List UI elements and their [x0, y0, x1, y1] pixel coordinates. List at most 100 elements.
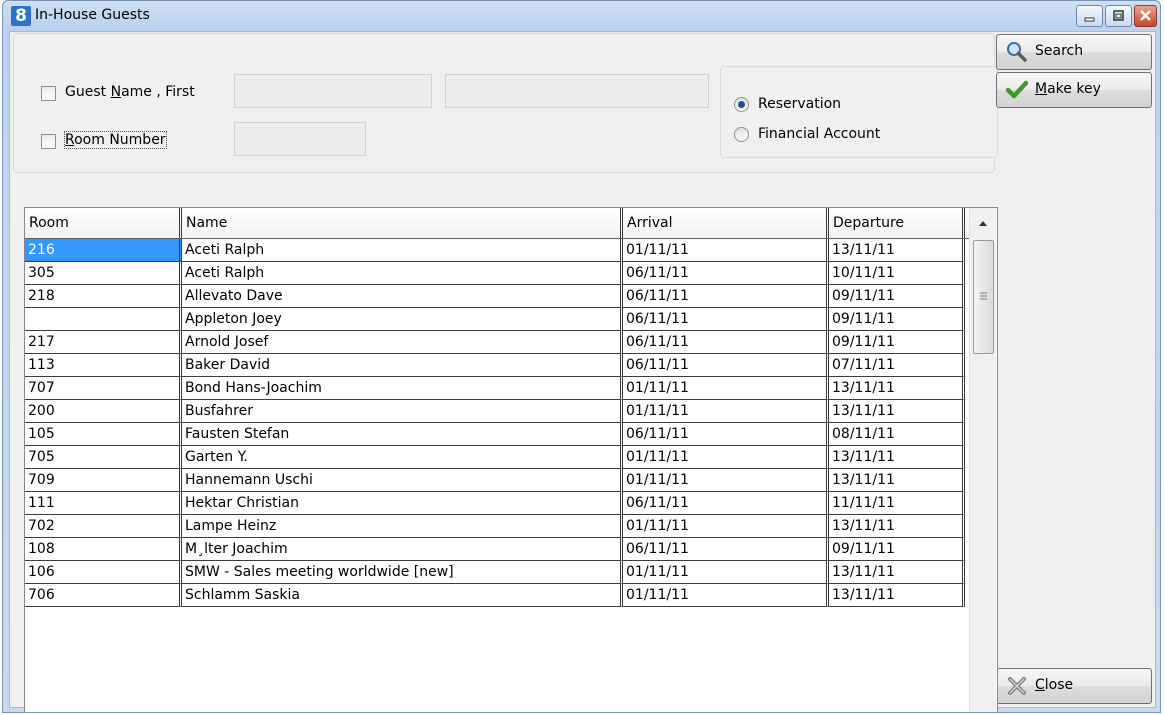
cell-room[interactable]: 706: [25, 584, 182, 607]
table-row[interactable]: 702 Lampe Heinz 01/11/11 13/11/11: [25, 515, 969, 538]
cell-room[interactable]: 709: [25, 469, 182, 492]
cell-room[interactable]: 702: [25, 515, 182, 538]
cell-name[interactable]: Fausten Stefan: [182, 423, 623, 446]
cell-arrival[interactable]: 01/11/11: [623, 377, 829, 400]
cell-room[interactable]: 707: [25, 377, 182, 400]
table-row[interactable]: 707 Bond Hans-Joachim 01/11/11 13/11/11: [25, 377, 969, 400]
cell-departure[interactable]: 13/11/11: [829, 239, 965, 262]
guest-first-name-input[interactable]: [445, 74, 709, 108]
cell-name[interactable]: Bond Hans-Joachim: [182, 377, 623, 400]
cell-arrival[interactable]: 06/11/11: [623, 423, 829, 446]
cell-room[interactable]: 217: [25, 331, 182, 354]
maximize-button[interactable]: [1105, 5, 1132, 27]
cell-departure[interactable]: 08/11/11: [829, 423, 965, 446]
cell-name[interactable]: Lampe Heinz: [182, 515, 623, 538]
table-row[interactable]: 218 Allevato Dave 06/11/11 09/11/11: [25, 285, 969, 308]
cell-name[interactable]: M¸lter Joachim: [182, 538, 623, 561]
cell-room[interactable]: 305: [25, 262, 182, 285]
table-row[interactable]: 305 Aceti Ralph 06/11/11 10/11/11: [25, 262, 969, 285]
cell-arrival[interactable]: 01/11/11: [623, 584, 829, 607]
cell-departure[interactable]: 09/11/11: [829, 308, 965, 331]
search-button[interactable]: Search: [996, 34, 1152, 70]
table-row[interactable]: 706 Schlamm Saskia 01/11/11 13/11/11: [25, 584, 969, 607]
cell-departure[interactable]: 09/11/11: [829, 331, 965, 354]
cell-name[interactable]: SMW - Sales meeting worldwide [new]: [182, 561, 623, 584]
column-header-departure[interactable]: Departure: [829, 208, 965, 238]
cell-name[interactable]: Appleton Joey: [182, 308, 623, 331]
cell-room[interactable]: 218: [25, 285, 182, 308]
cell-departure[interactable]: 11/11/11: [829, 492, 965, 515]
column-header-arrival[interactable]: Arrival: [623, 208, 829, 238]
scroll-down-icon[interactable]: [970, 707, 996, 713]
table-row[interactable]: 108 M¸lter Joachim 06/11/11 09/11/11: [25, 538, 969, 561]
cell-departure[interactable]: 10/11/11: [829, 262, 965, 285]
table-row[interactable]: 216 Aceti Ralph 01/11/11 13/11/11: [25, 239, 969, 262]
cell-departure[interactable]: 13/11/11: [829, 400, 965, 423]
scroll-up-icon[interactable]: [970, 210, 996, 236]
cell-name[interactable]: Busfahrer: [182, 400, 623, 423]
cell-room[interactable]: 705: [25, 446, 182, 469]
cell-room[interactable]: 108: [25, 538, 182, 561]
cell-name[interactable]: Arnold Josef: [182, 331, 623, 354]
cell-arrival[interactable]: 06/11/11: [623, 538, 829, 561]
table-row[interactable]: 200 Busfahrer 01/11/11 13/11/11: [25, 400, 969, 423]
cell-room[interactable]: 105: [25, 423, 182, 446]
cell-room[interactable]: 113: [25, 354, 182, 377]
cell-arrival[interactable]: 06/11/11: [623, 492, 829, 515]
cell-name[interactable]: Aceti Ralph: [182, 262, 623, 285]
title-bar[interactable]: 8 In-House Guests: [3, 1, 1160, 31]
table-row[interactable]: 113 Baker David 06/11/11 07/11/11: [25, 354, 969, 377]
guest-last-name-input[interactable]: [234, 74, 432, 108]
cell-name[interactable]: Aceti Ralph: [182, 239, 623, 262]
cell-room[interactable]: 111: [25, 492, 182, 515]
close-window-button[interactable]: [1134, 5, 1157, 27]
cell-arrival[interactable]: 01/11/11: [623, 446, 829, 469]
cell-name[interactable]: Schlamm Saskia: [182, 584, 623, 607]
scrollbar-thumb[interactable]: [973, 240, 994, 354]
cell-arrival[interactable]: 01/11/11: [623, 400, 829, 423]
make-key-button[interactable]: Make key: [996, 72, 1152, 108]
cell-departure[interactable]: 13/11/11: [829, 515, 965, 538]
cell-arrival[interactable]: 01/11/11: [623, 561, 829, 584]
guest-name-checkbox[interactable]: [41, 86, 56, 101]
column-header-room[interactable]: Room: [25, 208, 182, 238]
table-row[interactable]: Appleton Joey 06/11/11 09/11/11: [25, 308, 969, 331]
cell-room[interactable]: 200: [25, 400, 182, 423]
cell-name[interactable]: Garten Y.: [182, 446, 623, 469]
column-header-name[interactable]: Name: [182, 208, 623, 238]
cell-room[interactable]: 216: [25, 239, 182, 262]
cell-departure[interactable]: 13/11/11: [829, 377, 965, 400]
cell-departure[interactable]: 07/11/11: [829, 354, 965, 377]
cell-room[interactable]: [25, 308, 182, 331]
reservation-radio[interactable]: [734, 97, 749, 112]
vertical-scrollbar[interactable]: [969, 208, 996, 713]
table-row[interactable]: 705 Garten Y. 01/11/11 13/11/11: [25, 446, 969, 469]
table-row[interactable]: 111 Hektar Christian 06/11/11 11/11/11: [25, 492, 969, 515]
cell-departure[interactable]: 13/11/11: [829, 584, 965, 607]
cell-arrival[interactable]: 06/11/11: [623, 262, 829, 285]
table-row[interactable]: 106 SMW - Sales meeting worldwide [new] 01…: [25, 561, 969, 584]
cell-arrival[interactable]: 06/11/11: [623, 285, 829, 308]
cell-departure[interactable]: 09/11/11: [829, 285, 965, 308]
cell-departure[interactable]: 13/11/11: [829, 446, 965, 469]
close-button[interactable]: Close: [996, 668, 1152, 704]
cell-arrival[interactable]: 01/11/11: [623, 469, 829, 492]
cell-departure[interactable]: 13/11/11: [829, 469, 965, 492]
cell-arrival[interactable]: 06/11/11: [623, 331, 829, 354]
minimize-button[interactable]: [1076, 5, 1103, 27]
cell-room[interactable]: 106: [25, 561, 182, 584]
cell-arrival[interactable]: 06/11/11: [623, 354, 829, 377]
cell-arrival[interactable]: 06/11/11: [623, 308, 829, 331]
room-number-input[interactable]: [234, 122, 366, 156]
cell-name[interactable]: Hannemann Uschi: [182, 469, 623, 492]
cell-departure[interactable]: 09/11/11: [829, 538, 965, 561]
table-row[interactable]: 105 Fausten Stefan 06/11/11 08/11/11: [25, 423, 969, 446]
cell-arrival[interactable]: 01/11/11: [623, 239, 829, 262]
table-row[interactable]: 217 Arnold Josef 06/11/11 09/11/11: [25, 331, 969, 354]
financial-account-radio[interactable]: [734, 127, 749, 142]
table-row[interactable]: 709 Hannemann Uschi 01/11/11 13/11/11: [25, 469, 969, 492]
cell-departure[interactable]: 13/11/11: [829, 561, 965, 584]
guests-table[interactable]: Room Name Arrival Departure 216 Aceti Ral…: [24, 207, 998, 713]
room-number-checkbox[interactable]: [41, 134, 56, 149]
cell-name[interactable]: Allevato Dave: [182, 285, 623, 308]
